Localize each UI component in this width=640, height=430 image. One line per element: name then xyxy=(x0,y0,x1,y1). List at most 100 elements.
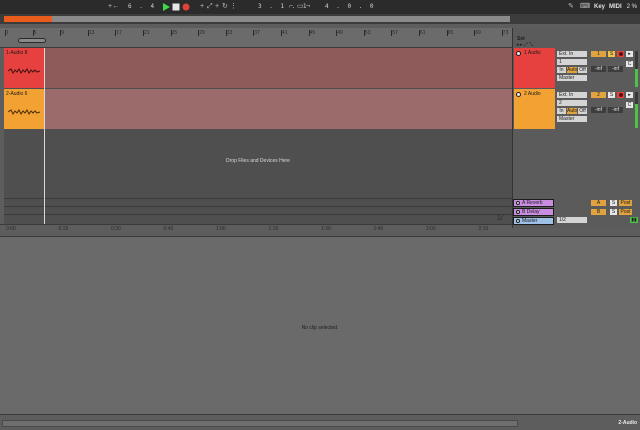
arm-button[interactable] xyxy=(617,92,624,98)
input-channel-select[interactable]: 2 xyxy=(557,100,587,106)
solo-button[interactable]: S xyxy=(610,209,617,215)
track-level-meter xyxy=(635,51,638,87)
record-icon xyxy=(182,3,190,11)
track-lane-2[interactable]: 2-Audio 6 xyxy=(4,89,512,129)
track-header-1[interactable]: 1 Audio xyxy=(514,48,555,88)
overview-track[interactable] xyxy=(4,16,510,22)
track-activator-icon[interactable] xyxy=(516,210,520,214)
output-select[interactable]: Master xyxy=(557,116,587,122)
pan-field[interactable]: -inf xyxy=(608,66,623,72)
bar-number-label: 49 xyxy=(336,30,343,36)
monitor-in-button[interactable]: In xyxy=(557,108,566,114)
session-record-icon[interactable]: ⋮ xyxy=(230,2,237,12)
input-channel-select[interactable]: 1 xyxy=(557,59,587,65)
time-label: 1:30 xyxy=(321,226,331,232)
computer-keyboard-icon[interactable]: ⌨ xyxy=(580,2,590,12)
return-activator-button[interactable]: B xyxy=(591,209,606,215)
re-enable-automation-icon[interactable]: + xyxy=(215,2,219,12)
track-lane-1[interactable]: 1-Audio 8 xyxy=(4,48,512,88)
stop-button[interactable] xyxy=(172,3,180,11)
overview-visible-region[interactable] xyxy=(4,16,52,22)
monitor-off-button[interactable]: Off xyxy=(578,67,587,73)
record-button[interactable] xyxy=(182,3,190,11)
time-label: 1:00 xyxy=(216,226,226,232)
beat-time-ruler[interactable]: 1 5 9 13 17 21 25 29 33 37 41 45 49 53 57 61 65 69 73 xyxy=(0,28,512,48)
play-button[interactable] xyxy=(162,3,170,11)
cpu-load-meter: 2 % xyxy=(626,4,637,10)
track-activator-button[interactable]: 2 xyxy=(591,92,606,98)
master-track[interactable]: Master xyxy=(513,217,554,225)
arrangement-view[interactable]: 1-Audio 8 2-Audio 6 Drop Files and Devic… xyxy=(4,48,512,224)
time-label: 0:00 xyxy=(6,226,16,232)
song-position-field[interactable]: 6 . 4 . 1 xyxy=(128,3,179,11)
track-level-meter xyxy=(635,92,638,128)
track-options-button[interactable]: ▸ xyxy=(626,92,633,98)
track-title: 1 Audio xyxy=(524,50,541,56)
track-activator-icon[interactable] xyxy=(516,219,520,223)
crossfade-button[interactable]: C xyxy=(626,61,633,67)
track-activator-button[interactable]: 1 xyxy=(591,51,606,57)
solo-button[interactable]: S xyxy=(610,200,617,206)
return-lane-divider xyxy=(4,206,512,207)
detail-view[interactable]: No clip selected. xyxy=(0,236,640,414)
pre-post-button[interactable]: Post xyxy=(619,200,632,206)
capture-midi-icon[interactable]: ↻ xyxy=(222,2,228,12)
bar-number-label: 65 xyxy=(446,30,454,36)
loop-switch-icon[interactable]: ▭ xyxy=(297,2,304,12)
tap-tempo-button[interactable]: +← xyxy=(108,2,119,12)
solo-button[interactable]: S xyxy=(608,51,615,57)
automation-arm-icon[interactable]: ⤢ xyxy=(207,2,213,12)
input-type-select[interactable]: Ext. In xyxy=(557,51,587,57)
arrangement-overview[interactable] xyxy=(0,14,640,24)
bar-number-label: 5 xyxy=(32,30,37,36)
record-arm-icon xyxy=(618,93,623,97)
return-lane-divider xyxy=(4,198,512,199)
track-options-button[interactable]: ▸ xyxy=(626,51,633,57)
track-lane-body[interactable] xyxy=(44,89,512,129)
pre-post-button[interactable]: Post xyxy=(619,209,632,215)
arm-button[interactable] xyxy=(617,51,624,57)
waveform-icon xyxy=(8,68,40,74)
bar-number-label: 29 xyxy=(198,30,205,36)
key-map-button[interactable]: Key xyxy=(594,2,605,12)
track-activator-icon[interactable] xyxy=(516,92,521,97)
return-title: B Delay xyxy=(522,209,540,215)
midi-map-button[interactable]: MIDI xyxy=(609,2,622,12)
track-lane-body[interactable] xyxy=(44,48,512,88)
draw-mode-icon[interactable]: ✎ xyxy=(568,2,574,12)
loop-length-field[interactable]: 4 . 0 . 0 xyxy=(325,3,376,11)
punch-out-icon[interactable]: ¬ xyxy=(306,2,310,12)
return-track-b[interactable]: B Delay xyxy=(513,208,554,216)
monitor-auto-button[interactable]: Auto xyxy=(567,67,577,73)
monitor-in-button[interactable]: In xyxy=(557,67,566,73)
track-header-2[interactable]: 2 Audio xyxy=(514,89,555,129)
mixer-section: Set ◂ ▸ ⤢ ⤡ 1 Audio Ext. In 1 In Auto Of… xyxy=(512,28,640,228)
overdub-button[interactable]: + xyxy=(200,2,204,12)
time-label: 2:15 xyxy=(478,226,489,232)
time-ruler[interactable]: 1/ 0:00 0:15 0:30 0:45 1:00 1:15 1:30 1:45 2:00 2… xyxy=(0,215,512,234)
transport-bar: +← 6 . 4 . 1 + ⤢ + ↻ ⋮ 3 . 1 . 1 ⌐ ▭ ¬ 4… xyxy=(0,0,640,14)
time-label: 1:15 xyxy=(268,226,279,232)
audio-clip[interactable]: 2-Audio 6 xyxy=(4,89,44,129)
play-icon xyxy=(163,3,170,11)
crossfade-button[interactable]: C xyxy=(626,102,633,108)
track-activator-icon[interactable] xyxy=(516,51,521,56)
punch-in-icon[interactable]: ⌐ xyxy=(289,2,293,12)
pan-field[interactable]: -inf xyxy=(608,107,623,113)
loop-brace[interactable] xyxy=(18,38,46,43)
master-output-select[interactable]: 1/2 xyxy=(557,217,587,223)
monitor-off-button[interactable]: Off xyxy=(578,108,587,114)
time-signature-label: 1/ xyxy=(497,215,503,222)
solo-button[interactable]: S xyxy=(608,92,615,98)
volume-field[interactable]: -inf xyxy=(591,107,606,113)
monitor-auto-button[interactable]: Auto xyxy=(567,108,577,114)
bar-number-label: 33 xyxy=(225,30,233,36)
return-activator-button[interactable]: A xyxy=(591,200,606,206)
return-track-a[interactable]: A Reverb xyxy=(513,199,554,207)
waveform-icon xyxy=(8,109,40,115)
track-activator-icon[interactable] xyxy=(516,201,520,205)
audio-clip[interactable]: 1-Audio 8 xyxy=(4,48,44,88)
input-type-select[interactable]: Ext. In xyxy=(557,92,587,98)
volume-field[interactable]: -inf xyxy=(591,66,606,72)
output-select[interactable]: Master xyxy=(557,75,587,81)
